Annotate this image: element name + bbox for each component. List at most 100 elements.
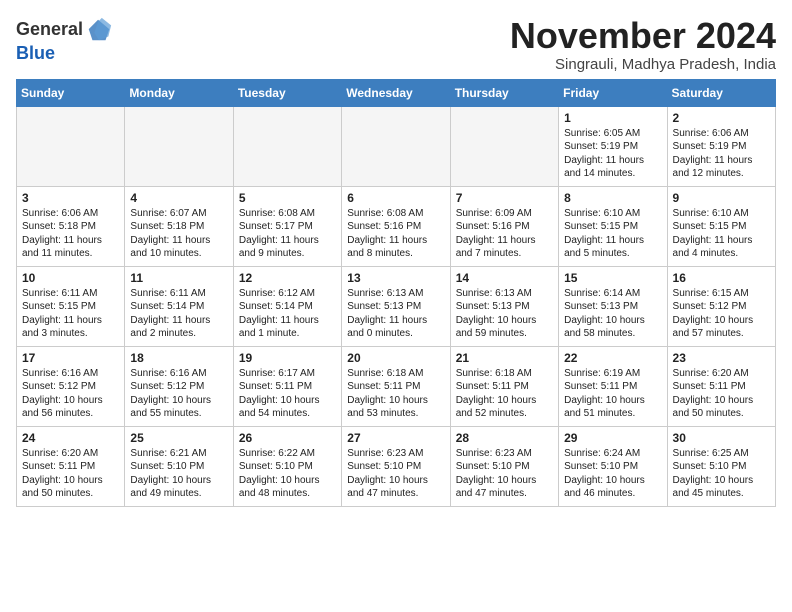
calendar-cell: 21 Sunrise: 6:18 AM Sunset: 5:11 PM Dayli…	[450, 346, 558, 426]
day-info: Sunrise: 6:08 AM Sunset: 5:17 PM Dayligh…	[239, 207, 336, 261]
weekday-header-saturday: Saturday	[667, 79, 775, 106]
day-number: 29	[564, 431, 661, 445]
day-number: 6	[347, 191, 444, 205]
day-info: Sunrise: 6:10 AM Sunset: 5:15 PM Dayligh…	[564, 207, 661, 261]
calendar-table: SundayMondayTuesdayWednesdayThursdayFrid…	[16, 79, 776, 507]
calendar-cell: 30Sunrise: 6:25 AM Sunset: 5:10 PM Dayli…	[667, 426, 775, 506]
calendar-cell: 29 Sunrise: 6:24 AM Sunset: 5:10 PM Dayli…	[559, 426, 667, 506]
day-number: 12	[239, 271, 336, 285]
day-info: Sunrise: 6:15 AM Sunset: 5:12 PM Dayligh…	[673, 287, 770, 341]
day-info: Sunrise: 6:18 AM Sunset: 5:11 PM Dayligh…	[456, 367, 553, 421]
day-info: Sunrise: 6:16 AM Sunset: 5:12 PM Dayligh…	[22, 367, 119, 421]
calendar-cell: 13 Sunrise: 6:13 AM Sunset: 5:13 PM Dayli…	[342, 266, 450, 346]
logo-icon	[85, 16, 113, 44]
weekday-header-wednesday: Wednesday	[342, 79, 450, 106]
weekday-header-tuesday: Tuesday	[233, 79, 341, 106]
day-number: 20	[347, 351, 444, 365]
calendar-cell: 4 Sunrise: 6:07 AM Sunset: 5:18 PM Daylig…	[125, 186, 233, 266]
day-number: 16	[673, 271, 770, 285]
header: General Blue November 2024 Singrauli, Ma…	[16, 16, 776, 73]
weekday-header-sunday: Sunday	[17, 79, 125, 106]
day-info: Sunrise: 6:25 AM Sunset: 5:10 PM Dayligh…	[673, 447, 770, 501]
calendar-cell	[125, 106, 233, 186]
calendar-cell: 1 Sunrise: 6:05 AM Sunset: 5:19 PM Daylig…	[559, 106, 667, 186]
day-info: Sunrise: 6:11 AM Sunset: 5:14 PM Dayligh…	[130, 287, 227, 341]
day-info: Sunrise: 6:23 AM Sunset: 5:10 PM Dayligh…	[456, 447, 553, 501]
calendar-cell: 25 Sunrise: 6:21 AM Sunset: 5:10 PM Dayli…	[125, 426, 233, 506]
calendar-cell: 2 Sunrise: 6:06 AM Sunset: 5:19 PM Daylig…	[667, 106, 775, 186]
calendar-cell: 27Sunrise: 6:23 AM Sunset: 5:10 PM Dayli…	[342, 426, 450, 506]
calendar-cell: 19 Sunrise: 6:17 AM Sunset: 5:11 PM Dayli…	[233, 346, 341, 426]
day-number: 21	[456, 351, 553, 365]
calendar-cell: 3 Sunrise: 6:06 AM Sunset: 5:18 PM Daylig…	[17, 186, 125, 266]
day-info: Sunrise: 6:12 AM Sunset: 5:14 PM Dayligh…	[239, 287, 336, 341]
calendar-cell	[233, 106, 341, 186]
subtitle: Singrauli, Madhya Pradesh, India	[510, 56, 776, 73]
day-number: 19	[239, 351, 336, 365]
day-info: Sunrise: 6:21 AM Sunset: 5:10 PM Dayligh…	[130, 447, 227, 501]
day-number: 25	[130, 431, 227, 445]
day-number: 2	[673, 111, 770, 125]
day-number: 17	[22, 351, 119, 365]
calendar-cell: 12 Sunrise: 6:12 AM Sunset: 5:14 PM Dayli…	[233, 266, 341, 346]
day-info: Sunrise: 6:18 AM Sunset: 5:11 PM Dayligh…	[347, 367, 444, 421]
day-info: Sunrise: 6:13 AM Sunset: 5:13 PM Dayligh…	[456, 287, 553, 341]
day-number: 28	[456, 431, 553, 445]
weekday-header-monday: Monday	[125, 79, 233, 106]
day-number: 23	[673, 351, 770, 365]
day-info: Sunrise: 6:05 AM Sunset: 5:19 PM Dayligh…	[564, 127, 661, 181]
weekday-header-friday: Friday	[559, 79, 667, 106]
day-info: Sunrise: 6:19 AM Sunset: 5:11 PM Dayligh…	[564, 367, 661, 421]
day-number: 11	[130, 271, 227, 285]
logo: General Blue	[16, 16, 113, 64]
day-number: 5	[239, 191, 336, 205]
day-info: Sunrise: 6:14 AM Sunset: 5:13 PM Dayligh…	[564, 287, 661, 341]
day-number: 24	[22, 431, 119, 445]
calendar-cell	[342, 106, 450, 186]
day-info: Sunrise: 6:11 AM Sunset: 5:15 PM Dayligh…	[22, 287, 119, 341]
calendar-cell: 18 Sunrise: 6:16 AM Sunset: 5:12 PM Dayli…	[125, 346, 233, 426]
day-info: Sunrise: 6:10 AM Sunset: 5:15 PM Dayligh…	[673, 207, 770, 261]
day-info: Sunrise: 6:20 AM Sunset: 5:11 PM Dayligh…	[673, 367, 770, 421]
day-number: 22	[564, 351, 661, 365]
day-info: Sunrise: 6:17 AM Sunset: 5:11 PM Dayligh…	[239, 367, 336, 421]
calendar-cell: 11 Sunrise: 6:11 AM Sunset: 5:14 PM Dayli…	[125, 266, 233, 346]
day-number: 1	[564, 111, 661, 125]
calendar-cell: 6 Sunrise: 6:08 AM Sunset: 5:16 PM Daylig…	[342, 186, 450, 266]
day-info: Sunrise: 6:06 AM Sunset: 5:18 PM Dayligh…	[22, 207, 119, 261]
day-number: 3	[22, 191, 119, 205]
day-info: Sunrise: 6:16 AM Sunset: 5:12 PM Dayligh…	[130, 367, 227, 421]
day-info: Sunrise: 6:13 AM Sunset: 5:13 PM Dayligh…	[347, 287, 444, 341]
logo-general: General	[16, 20, 83, 40]
calendar-cell: 7Sunrise: 6:09 AM Sunset: 5:16 PM Daylig…	[450, 186, 558, 266]
calendar-cell	[450, 106, 558, 186]
calendar-cell: 24 Sunrise: 6:20 AM Sunset: 5:11 PM Dayli…	[17, 426, 125, 506]
month-title: November 2024	[510, 16, 776, 56]
day-number: 8	[564, 191, 661, 205]
title-area: November 2024 Singrauli, Madhya Pradesh,…	[510, 16, 776, 73]
weekday-header-thursday: Thursday	[450, 79, 558, 106]
day-info: Sunrise: 6:06 AM Sunset: 5:19 PM Dayligh…	[673, 127, 770, 181]
calendar-cell: 28 Sunrise: 6:23 AM Sunset: 5:10 PM Dayli…	[450, 426, 558, 506]
calendar-cell: 23 Sunrise: 6:20 AM Sunset: 5:11 PM Dayli…	[667, 346, 775, 426]
logo-blue: Blue	[16, 44, 113, 64]
calendar-cell: 20 Sunrise: 6:18 AM Sunset: 5:11 PM Dayli…	[342, 346, 450, 426]
calendar-cell	[17, 106, 125, 186]
day-number: 7	[456, 191, 553, 205]
calendar-cell: 15Sunrise: 6:14 AM Sunset: 5:13 PM Dayli…	[559, 266, 667, 346]
day-info: Sunrise: 6:20 AM Sunset: 5:11 PM Dayligh…	[22, 447, 119, 501]
day-info: Sunrise: 6:22 AM Sunset: 5:10 PM Dayligh…	[239, 447, 336, 501]
day-number: 13	[347, 271, 444, 285]
day-number: 18	[130, 351, 227, 365]
calendar-cell: 22 Sunrise: 6:19 AM Sunset: 5:11 PM Dayli…	[559, 346, 667, 426]
day-info: Sunrise: 6:08 AM Sunset: 5:16 PM Dayligh…	[347, 207, 444, 261]
day-number: 14	[456, 271, 553, 285]
calendar-cell: 16 Sunrise: 6:15 AM Sunset: 5:12 PM Dayli…	[667, 266, 775, 346]
day-info: Sunrise: 6:24 AM Sunset: 5:10 PM Dayligh…	[564, 447, 661, 501]
day-number: 10	[22, 271, 119, 285]
day-number: 4	[130, 191, 227, 205]
calendar-cell: 26Sunrise: 6:22 AM Sunset: 5:10 PM Dayli…	[233, 426, 341, 506]
day-info: Sunrise: 6:07 AM Sunset: 5:18 PM Dayligh…	[130, 207, 227, 261]
day-info: Sunrise: 6:23 AM Sunset: 5:10 PM Dayligh…	[347, 447, 444, 501]
calendar-cell: 5 Sunrise: 6:08 AM Sunset: 5:17 PM Daylig…	[233, 186, 341, 266]
